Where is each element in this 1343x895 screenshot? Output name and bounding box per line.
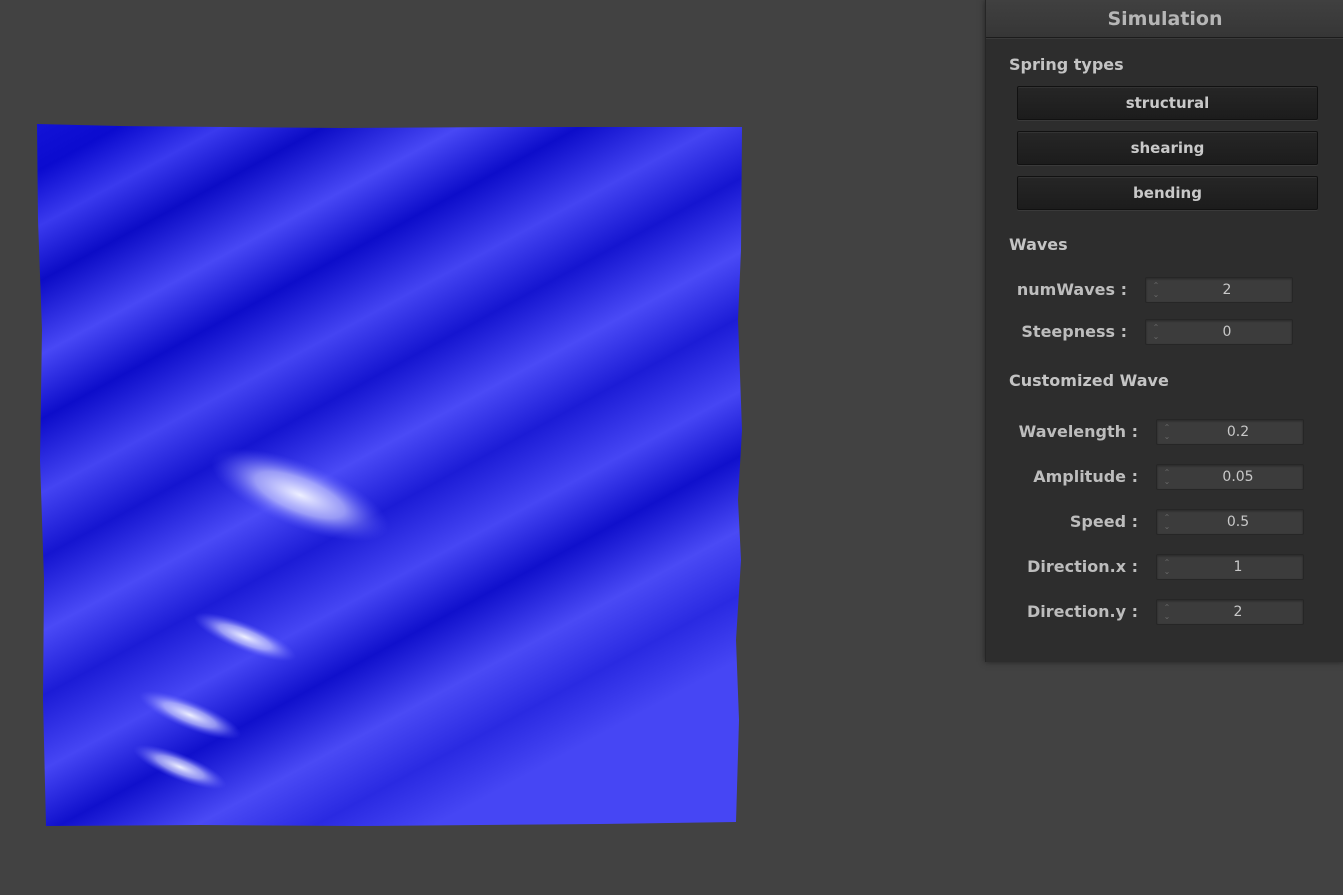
panel-title: Simulation [986, 0, 1343, 38]
wavelength-spinbox[interactable]: ⌃ ⌄ 0.2 [1156, 419, 1304, 445]
structural-button[interactable]: structural [1017, 86, 1318, 120]
steepness-value: 0 [1222, 324, 1232, 340]
steepness-label: Steepness : [1021, 322, 1127, 341]
amplitude-value: 0.05 [1222, 469, 1254, 485]
spring-types-heading: Spring types [1009, 55, 1124, 74]
bending-button[interactable]: bending [1017, 176, 1318, 210]
spin-arrows-icon[interactable]: ⌃ ⌄ [1149, 280, 1163, 300]
shearing-button[interactable]: shearing [1017, 131, 1318, 165]
direction-y-spinbox[interactable]: ⌃ ⌄ 2 [1156, 599, 1304, 625]
3d-viewport[interactable] [0, 0, 980, 895]
spin-arrows-icon[interactable]: ⌃ ⌄ [1160, 467, 1174, 487]
numwaves-value: 2 [1222, 282, 1232, 298]
cloth-render [37, 124, 742, 826]
numwaves-spinbox[interactable]: ⌃ ⌄ 2 [1145, 277, 1293, 303]
waves-heading: Waves [1009, 235, 1068, 254]
spin-arrows-icon[interactable]: ⌃ ⌄ [1149, 322, 1163, 342]
direction-x-label: Direction.x : [1027, 557, 1138, 576]
direction-y-label: Direction.y : [1027, 602, 1138, 621]
wavelength-value: 0.2 [1226, 424, 1250, 440]
amplitude-spinbox[interactable]: ⌃ ⌄ 0.05 [1156, 464, 1304, 490]
simulation-panel: Simulation Spring types structural shear… [985, 0, 1343, 662]
spin-arrows-icon[interactable]: ⌃ ⌄ [1160, 512, 1174, 532]
amplitude-label: Amplitude : [1033, 467, 1138, 486]
numwaves-label: numWaves : [1016, 280, 1127, 299]
speed-value: 0.5 [1226, 514, 1250, 530]
spin-arrows-icon[interactable]: ⌃ ⌄ [1160, 602, 1174, 622]
speed-label: Speed : [1069, 512, 1138, 531]
cloth-surface [37, 124, 742, 826]
wavelength-label: Wavelength : [1018, 422, 1138, 441]
spin-arrows-icon[interactable]: ⌃ ⌄ [1160, 557, 1174, 577]
speed-spinbox[interactable]: ⌃ ⌄ 0.5 [1156, 509, 1304, 535]
direction-x-spinbox[interactable]: ⌃ ⌄ 1 [1156, 554, 1304, 580]
spin-arrows-icon[interactable]: ⌃ ⌄ [1160, 422, 1174, 442]
customized-wave-heading: Customized Wave [1009, 371, 1169, 390]
direction-y-value: 2 [1233, 604, 1243, 620]
direction-x-value: 1 [1233, 559, 1243, 575]
steepness-spinbox[interactable]: ⌃ ⌄ 0 [1145, 319, 1293, 345]
